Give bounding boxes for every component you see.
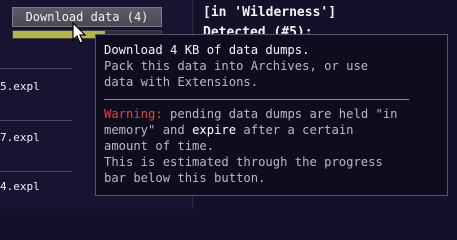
list-divider [0,68,72,69]
download-progress-fill [13,31,105,38]
list-divider [0,120,72,121]
tooltip-text: amount of time. [104,139,215,153]
tooltip-text: Pack this data into Archives, or use [104,59,369,73]
file-item[interactable]: 5.expl [0,78,70,96]
tooltip-text: " and [148,123,193,137]
location-label: [in 'Wilderness'] [203,5,337,20]
tooltip-text: memory [104,123,149,137]
tooltip-warning-line: Warning: pending data dumps are held "in [104,106,439,122]
tooltip-separator [104,99,409,100]
file-item[interactable]: 4.expl [0,178,70,196]
mouse-cursor-icon [72,22,87,44]
tooltip-text: data with Extensions. [104,75,259,89]
tooltip-text: bar below this button. [104,171,266,185]
tooltip-text: after a certain [236,123,354,137]
file-item[interactable]: 7.expl [0,129,70,147]
list-divider [0,171,72,172]
tooltip-warning-line: memory" and expire after a certain [104,122,439,138]
tooltip-text: pending data dumps are held "in [162,107,398,121]
tooltip-title: Download 4 KB of data dumps. [104,43,310,57]
tooltip-text: This is estimated through the progress [104,155,383,169]
download-tooltip: Download 4 KB of data dumps. Pack this d… [95,34,448,196]
warning-label: Warning: [104,107,163,121]
expire-keyword: expire [192,123,237,137]
